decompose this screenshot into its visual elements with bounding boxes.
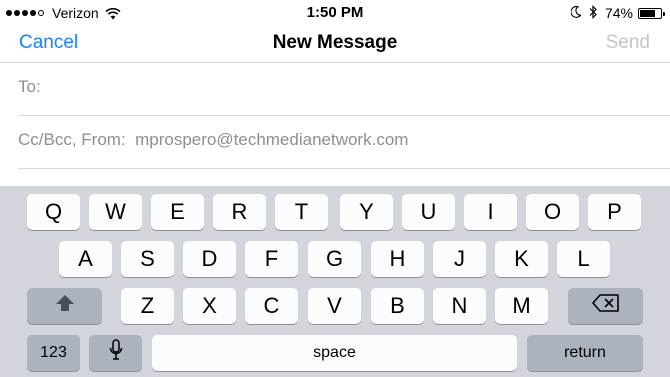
key-h[interactable]: H (371, 241, 424, 277)
key-k[interactable]: K (495, 241, 548, 277)
key-s[interactable]: S (121, 241, 174, 277)
key-l[interactable]: L (557, 241, 610, 277)
cc-bcc-from-label: Cc/Bcc, From: (18, 130, 126, 149)
bluetooth-icon (589, 4, 597, 22)
mail-compose-screen: Verizon 1:50 PM 74% Cancel New Message S… (0, 0, 670, 377)
to-label: To: (18, 77, 41, 96)
cc-bcc-from-row: Cc/Bcc, From: mprospero@techmedianetwork… (18, 130, 408, 150)
delete-key[interactable] (568, 288, 643, 324)
key-u[interactable]: U (402, 194, 455, 230)
key-j[interactable]: J (433, 241, 486, 277)
key-n[interactable]: N (433, 288, 486, 324)
battery-fill (640, 9, 655, 17)
send-button[interactable]: Send (606, 32, 650, 54)
moon-icon (570, 5, 582, 21)
key-m[interactable]: M (495, 288, 548, 324)
key-a[interactable]: A (59, 241, 112, 277)
keyboard: Q W E R T Y U I O P A S D F G H J K L Z … (0, 186, 670, 377)
key-d[interactable]: D (183, 241, 236, 277)
battery-icon (638, 7, 665, 19)
status-bar: Verizon 1:50 PM 74% (0, 0, 670, 26)
status-time: 1:50 PM (306, 4, 364, 21)
key-i[interactable]: I (464, 194, 517, 230)
key-c[interactable]: C (245, 288, 298, 324)
key-t[interactable]: T (275, 194, 328, 230)
key-e[interactable]: E (151, 194, 204, 230)
key-f[interactable]: F (245, 241, 298, 277)
shift-key[interactable] (27, 288, 102, 324)
key-b[interactable]: B (371, 288, 424, 324)
from-divider (18, 168, 670, 169)
status-right: 74% (570, 4, 665, 22)
key-x[interactable]: X (183, 288, 236, 324)
key-o[interactable]: O (526, 194, 579, 230)
key-z[interactable]: Z (121, 288, 174, 324)
microphone-icon (109, 339, 123, 367)
page-title: New Message (272, 32, 398, 53)
backspace-icon (591, 293, 620, 319)
key-w[interactable]: W (89, 194, 142, 230)
key-r[interactable]: R (213, 194, 266, 230)
dictation-key[interactable] (89, 335, 142, 371)
from-address: mprospero@techmedianetwork.com (135, 130, 409, 149)
to-field[interactable]: To: (0, 62, 670, 115)
key-y[interactable]: Y (340, 194, 393, 230)
key-q[interactable]: Q (27, 194, 80, 230)
key-v[interactable]: V (308, 288, 361, 324)
compose-nav-bar: Cancel New Message Send (0, 26, 670, 62)
shift-arrow-icon (54, 293, 76, 319)
battery-percent: 74% (604, 5, 633, 21)
key-g[interactable]: G (308, 241, 361, 277)
return-key[interactable]: return (527, 335, 643, 371)
key-p[interactable]: P (588, 194, 641, 230)
battery-tip (663, 11, 665, 16)
space-key[interactable]: space (152, 335, 517, 371)
cc-bcc-from-field[interactable]: Cc/Bcc, From: mprospero@techmedianetwork… (0, 115, 670, 168)
numbers-key[interactable]: 123 (27, 335, 80, 371)
